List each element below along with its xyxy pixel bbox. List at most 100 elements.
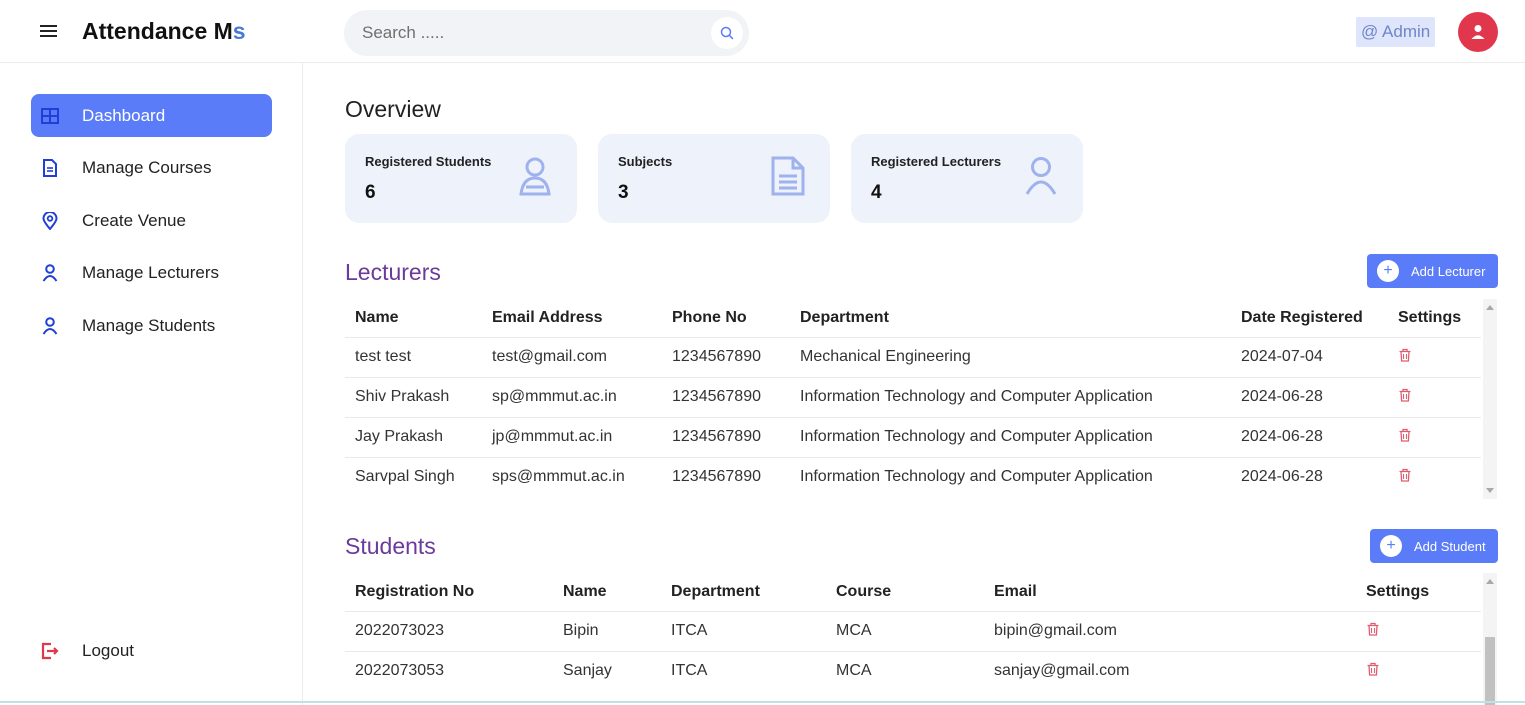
sidebar-item-create-venue[interactable]: Create Venue xyxy=(31,199,272,242)
stat-card-label: Subjects xyxy=(618,154,673,169)
sidebar-item-manage-lecturers[interactable]: Manage Lecturers xyxy=(31,251,272,294)
logout-label: Logout xyxy=(82,640,134,660)
table-row: Jay Prakash jp@mmmut.ac.in 1234567890 In… xyxy=(345,416,1481,457)
lecturers-table: Name Email Address Phone No Department D… xyxy=(345,299,1481,497)
trash-icon[interactable] xyxy=(1398,428,1412,442)
trash-icon[interactable] xyxy=(1398,468,1412,482)
cell-name: Sanjay xyxy=(553,650,661,691)
stat-card-label: Registered Students xyxy=(365,154,492,169)
column-header: Registration No xyxy=(355,582,475,600)
cell-name: Sarvpal Singh xyxy=(345,456,482,497)
admin-role-label: @ Admin xyxy=(1356,17,1436,47)
cell-department: Information Technology and Computer Appl… xyxy=(790,376,1231,417)
cell-phone: 1234567890 xyxy=(662,336,790,377)
add-student-button[interactable]: + Add Student xyxy=(1370,529,1498,563)
sidebar-item-manage-students[interactable]: Manage Students xyxy=(31,304,272,347)
trash-icon[interactable] xyxy=(1398,348,1412,362)
location-pin-icon xyxy=(40,211,60,231)
sidebar-item-label: Manage Lecturers xyxy=(82,262,220,282)
user-avatar[interactable] xyxy=(1458,12,1498,52)
logout-button[interactable]: Logout xyxy=(31,629,272,672)
table-row: 2022073023 Bipin ITCA MCA bipin@gmail.co… xyxy=(345,610,1481,651)
trash-icon[interactable] xyxy=(1366,622,1380,636)
cell-settings xyxy=(1356,650,1481,691)
cell-settings xyxy=(1388,336,1481,377)
add-lecturer-button[interactable]: + Add Lecturer xyxy=(1367,254,1498,288)
stat-card-subjects: Subjects 3 xyxy=(598,134,830,223)
students-table: Registration No Name Department Course E… xyxy=(345,573,1481,691)
cell-name: Jay Prakash xyxy=(345,416,482,457)
cell-date: 2024-06-28 xyxy=(1231,376,1388,417)
table-row: Shiv Prakash sp@mmmut.ac.in 1234567890 I… xyxy=(345,376,1481,417)
cell-date: 2024-06-28 xyxy=(1231,416,1388,457)
search-input[interactable] xyxy=(362,10,692,56)
user-icon xyxy=(40,263,60,283)
scrollbar-thumb[interactable] xyxy=(1485,637,1495,705)
app-title: Attendance Ms xyxy=(82,18,246,45)
students-title: Students xyxy=(345,533,436,559)
stat-card-label: Registered Lecturers xyxy=(871,154,1002,169)
sidebar-item-label: Dashboard xyxy=(82,105,166,125)
sidebar-item-label: Manage Students xyxy=(82,315,216,335)
cell-name: test test xyxy=(345,336,482,377)
cell-email: sps@mmmut.ac.in xyxy=(482,456,662,497)
column-header: Name xyxy=(355,308,399,326)
dashboard-grid-icon xyxy=(40,106,60,126)
trash-icon[interactable] xyxy=(1398,388,1412,402)
scroll-up-arrow-icon[interactable] xyxy=(1486,305,1494,310)
stat-card-registered-students: Registered Students 6 xyxy=(345,134,577,223)
cell-date: 2024-06-28 xyxy=(1231,456,1388,497)
hamburger-menu-icon[interactable] xyxy=(40,22,60,42)
sidebar-item-dashboard[interactable]: Dashboard xyxy=(31,94,272,137)
user-avatar-icon xyxy=(1471,25,1485,39)
stat-card-value: 4 xyxy=(871,182,882,203)
cell-email: test@gmail.com xyxy=(482,336,662,377)
scroll-up-arrow-icon[interactable] xyxy=(1486,579,1494,584)
column-header: Name xyxy=(563,582,607,600)
table-header-row: Name Email Address Phone No Department D… xyxy=(345,299,1481,337)
logout-icon xyxy=(40,641,60,661)
cell-phone: 1234567890 xyxy=(662,416,790,457)
table-row: test test test@gmail.com 1234567890 Mech… xyxy=(345,336,1481,377)
column-header: Email xyxy=(994,582,1037,600)
cell-course: MCA xyxy=(826,650,984,691)
add-student-label: Add Student xyxy=(1414,538,1486,554)
table-header-row: Registration No Name Department Course E… xyxy=(345,573,1481,611)
search-icon xyxy=(720,26,734,40)
cell-settings xyxy=(1388,456,1481,497)
user-icon xyxy=(40,316,60,336)
user-icon xyxy=(1025,157,1057,195)
search-button[interactable] xyxy=(711,17,743,49)
scroll-down-arrow-icon[interactable] xyxy=(1486,488,1494,493)
column-header: Date Registered xyxy=(1241,308,1363,326)
cell-email: sp@mmmut.ac.in xyxy=(482,376,662,417)
sidebar-item-label: Manage Courses xyxy=(82,157,212,177)
search-bar xyxy=(344,10,749,56)
table-row: 2022073053 Sanjay ITCA MCA sanjay@gmail.… xyxy=(345,650,1481,691)
top-bar: Attendance Ms @ Admin xyxy=(0,0,1525,63)
cell-email: sanjay@gmail.com xyxy=(984,650,1356,691)
stat-card-value: 6 xyxy=(365,182,376,203)
cell-registration-no: 2022073053 xyxy=(345,650,553,691)
sidebar-item-manage-courses[interactable]: Manage Courses xyxy=(31,146,272,189)
students-scrollbar[interactable] xyxy=(1483,573,1497,705)
student-icon xyxy=(519,157,551,196)
cell-department: ITCA xyxy=(661,610,826,651)
column-header: Phone No xyxy=(672,308,747,326)
column-header: Settings xyxy=(1366,582,1430,600)
column-header: Email Address xyxy=(492,308,603,326)
plus-icon: + xyxy=(1380,535,1402,557)
cell-department: Mechanical Engineering xyxy=(790,336,1231,377)
cell-registration-no: 2022073023 xyxy=(345,610,553,651)
document-icon xyxy=(40,158,60,178)
main-content: Overview Registered Students 6 Subjects … xyxy=(303,63,1525,705)
sidebar: Dashboard Manage Courses Create Venue Ma… xyxy=(0,63,303,705)
table-row: Sarvpal Singh sps@mmmut.ac.in 1234567890… xyxy=(345,456,1481,497)
cell-name: Bipin xyxy=(553,610,661,651)
column-header: Settings xyxy=(1398,308,1462,326)
cell-settings xyxy=(1388,416,1481,457)
column-header: Department xyxy=(800,308,889,326)
trash-icon[interactable] xyxy=(1366,662,1380,676)
lecturers-scrollbar[interactable] xyxy=(1483,299,1497,499)
cell-phone: 1234567890 xyxy=(662,456,790,497)
